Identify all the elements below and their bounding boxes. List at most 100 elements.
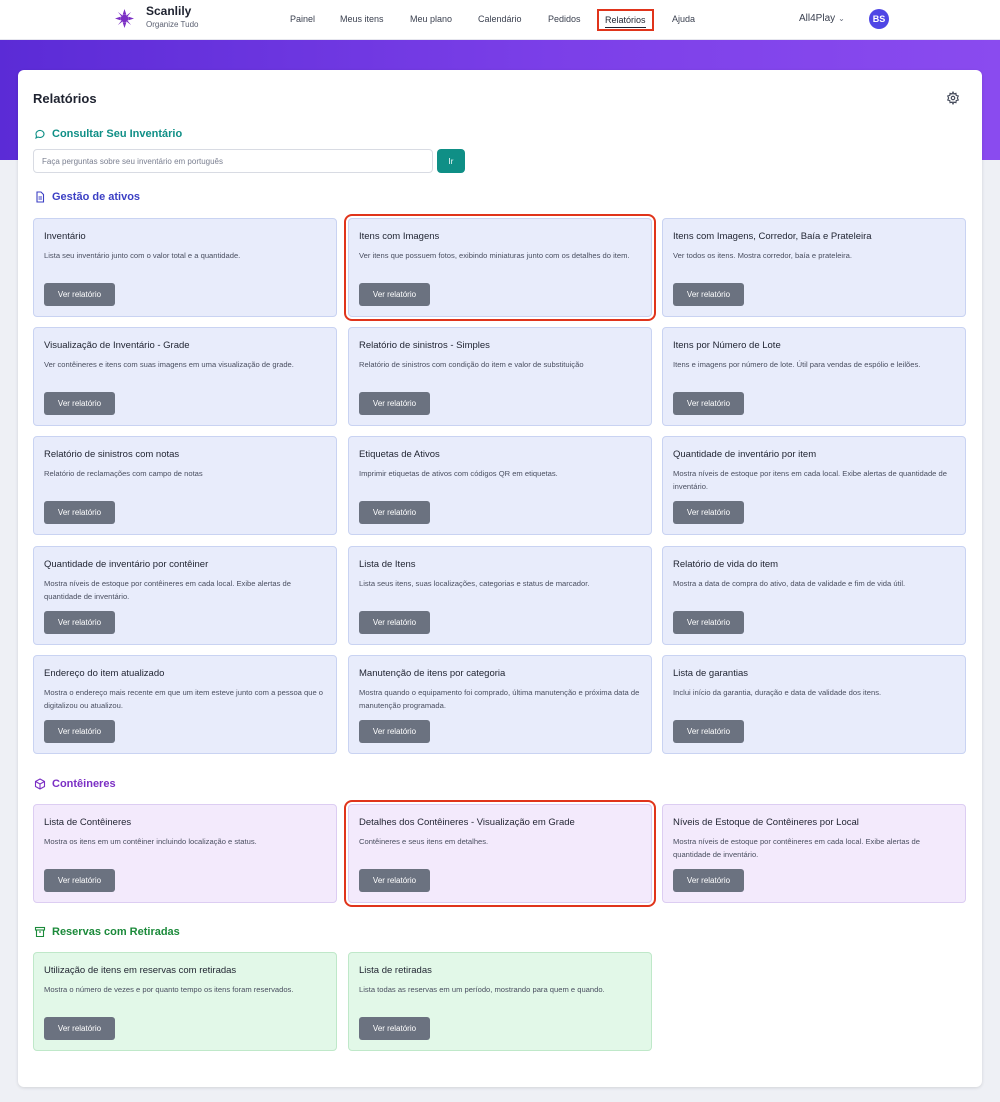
view-report-button[interactable]: Ver relatório xyxy=(44,611,115,634)
report-card: Itens por Número de Lote Itens e imagens … xyxy=(662,327,966,426)
report-card-title: Endereço do item atualizado xyxy=(44,668,165,679)
nav-painel[interactable]: Painel xyxy=(290,14,315,24)
report-card-description: Contêineres e seus itens em detalhes. xyxy=(359,837,489,846)
inventory-search-input[interactable] xyxy=(33,149,433,173)
reports-panel: Relatórios Consultar Seu Inventário Ir G… xyxy=(18,70,982,1087)
nav-relatorios-label: Relatórios xyxy=(605,15,646,28)
box-icon xyxy=(34,778,46,790)
view-report-button[interactable]: Ver relatório xyxy=(44,1017,115,1040)
nav-links: Painel Meus itens Meu plano Calendário P… xyxy=(0,0,1000,40)
nav-meus-itens[interactable]: Meus itens xyxy=(340,14,384,24)
nav-calendario[interactable]: Calendário xyxy=(478,14,522,24)
view-report-button[interactable]: Ver relatório xyxy=(359,501,430,524)
report-card-title: Itens com Imagens xyxy=(359,231,440,242)
report-card-description: Mostra níveis de estoque por contêineres… xyxy=(673,837,920,859)
report-card-description: Ver itens que possuem fotos, exibindo mi… xyxy=(359,251,630,260)
report-card-title: Itens por Número de Lote xyxy=(673,340,781,351)
report-card: Endereço do item atualizado Mostra o ende… xyxy=(33,655,337,754)
view-report-button[interactable]: Ver relatório xyxy=(673,720,744,743)
report-card: Manutenção de itens por categoria Mostra … xyxy=(348,655,652,754)
report-card: Relatório de sinistros - Simples Relatóri… xyxy=(348,327,652,426)
report-card-title: Etiquetas de Ativos xyxy=(359,449,440,460)
view-report-button[interactable]: Ver relatório xyxy=(359,869,430,892)
report-card-description: Relatório de sinistros com condição do i… xyxy=(359,360,584,369)
view-report-button[interactable]: Ver relatório xyxy=(44,392,115,415)
section-label: Reservas com Retiradas xyxy=(52,926,180,938)
nav-relatorios[interactable]: Relatórios xyxy=(597,9,654,31)
gear-icon[interactable] xyxy=(946,91,960,105)
report-card-title: Relatório de sinistros com notas xyxy=(44,449,180,460)
report-card-title: Utilização de itens em reservas com reti… xyxy=(44,965,237,976)
account-name: All4Play xyxy=(799,13,836,24)
section-label: Contêineres xyxy=(52,778,116,790)
view-report-button[interactable]: Ver relatório xyxy=(673,869,744,892)
report-card: Utilização de itens em reservas com reti… xyxy=(33,952,337,1051)
report-card-title: Quantidade de inventário por item xyxy=(673,449,817,460)
report-card-description: Inclui início da garantia, duração e dat… xyxy=(673,688,882,697)
view-report-button[interactable]: Ver relatório xyxy=(673,392,744,415)
report-card-description: Mostra níveis de estoque por itens em ca… xyxy=(673,469,947,491)
report-card: Relatório de vida do item Mostra a data d… xyxy=(662,546,966,645)
report-card-description: Ver todos os itens. Mostra corredor, baí… xyxy=(673,251,852,260)
page-title: Relatórios xyxy=(33,91,97,106)
view-report-button[interactable]: Ver relatório xyxy=(44,501,115,524)
report-card-title: Inventário xyxy=(44,231,86,242)
view-report-button[interactable]: Ver relatório xyxy=(673,283,744,306)
report-card: Níveis de Estoque de Contêineres por Loc… xyxy=(662,804,966,903)
report-card-title: Lista de garantias xyxy=(673,668,748,679)
report-card: Inventário Lista seu inventário junto com… xyxy=(33,218,337,317)
report-card: Quantidade de inventário por item Mostra … xyxy=(662,436,966,535)
report-card: Relatório de sinistros com notas Relatóri… xyxy=(33,436,337,535)
section-label: Gestão de ativos xyxy=(52,191,141,203)
report-card-title: Lista de retiradas xyxy=(359,965,432,976)
section-heading-gestao: Gestão de ativos xyxy=(34,191,140,203)
report-card-title: Lista de Contêineres xyxy=(44,817,132,828)
view-report-button[interactable]: Ver relatório xyxy=(359,720,430,743)
report-card-title: Itens com Imagens, Corredor, Baía e Prat… xyxy=(673,231,872,242)
report-card-description: Mostra níveis de estoque por contêineres… xyxy=(44,579,291,601)
report-card-description: Mostra a data de compra do ativo, data d… xyxy=(673,579,906,588)
view-report-button[interactable]: Ver relatório xyxy=(359,283,430,306)
report-card-title: Níveis de Estoque de Contêineres por Loc… xyxy=(673,817,859,828)
search-section-heading: Consultar Seu Inventário xyxy=(34,128,182,140)
nav-meu-plano[interactable]: Meu plano xyxy=(410,14,452,24)
report-card-title: Relatório de sinistros - Simples xyxy=(359,340,490,351)
report-card: Detalhes dos Contêineres - Visualização … xyxy=(344,800,656,907)
report-card-title: Relatório de vida do item xyxy=(673,559,779,570)
report-card: Lista de Itens Lista seus itens, suas loc… xyxy=(348,546,652,645)
report-card-description: Itens e imagens por número de lote. Útil… xyxy=(673,360,921,369)
report-card-description: Mostra os itens em um contêiner incluind… xyxy=(44,837,257,846)
chat-bubble-icon xyxy=(35,129,45,140)
nav-ajuda[interactable]: Ajuda xyxy=(672,14,695,24)
report-card-title: Manutenção de itens por categoria xyxy=(359,668,506,679)
account-menu[interactable]: All4Play ⌄ xyxy=(799,13,845,24)
report-card-description: Lista todas as reservas em um período, m… xyxy=(359,985,605,994)
report-card: Lista de Contêineres Mostra os itens em u… xyxy=(33,804,337,903)
view-report-button[interactable]: Ver relatório xyxy=(359,1017,430,1040)
search-go-button[interactable]: Ir xyxy=(437,149,465,173)
document-icon xyxy=(36,191,45,203)
report-card: Quantidade de inventário por contêiner Mo… xyxy=(33,546,337,645)
report-card: Visualização de Inventário - Grade Ver co… xyxy=(33,327,337,426)
top-navigation: Scanlily Organize Tudo Painel Meus itens… xyxy=(0,0,1000,40)
view-report-button[interactable]: Ver relatório xyxy=(44,720,115,743)
view-report-button[interactable]: Ver relatório xyxy=(359,392,430,415)
report-card: Lista de garantias Inclui início da garan… xyxy=(662,655,966,754)
view-report-button[interactable]: Ver relatório xyxy=(44,869,115,892)
report-card-description: Mostra quando o equipamento foi comprado… xyxy=(359,688,640,710)
view-report-button[interactable]: Ver relatório xyxy=(673,501,744,524)
nav-pedidos[interactable]: Pedidos xyxy=(548,14,581,24)
report-card-description: Lista seu inventário junto com o valor t… xyxy=(44,251,241,260)
section-heading-conteineres: Contêineres xyxy=(34,778,116,790)
report-card-description: Relatório de reclamações com campo de no… xyxy=(44,469,203,478)
report-card-description: Imprimir etiquetas de ativos com códigos… xyxy=(359,469,558,478)
report-card-title: Visualização de Inventário - Grade xyxy=(44,340,190,351)
report-card: Etiquetas de Ativos Imprimir etiquetas de… xyxy=(348,436,652,535)
report-card-description: Mostra o endereço mais recente em que um… xyxy=(44,688,324,710)
report-card-description: Ver contêineres e itens com suas imagens… xyxy=(44,360,294,369)
view-report-button[interactable]: Ver relatório xyxy=(44,283,115,306)
view-report-button[interactable]: Ver relatório xyxy=(359,611,430,634)
report-card-description: Mostra o número de vezes e por quanto te… xyxy=(44,985,294,994)
avatar[interactable]: BS xyxy=(869,9,889,29)
view-report-button[interactable]: Ver relatório xyxy=(673,611,744,634)
